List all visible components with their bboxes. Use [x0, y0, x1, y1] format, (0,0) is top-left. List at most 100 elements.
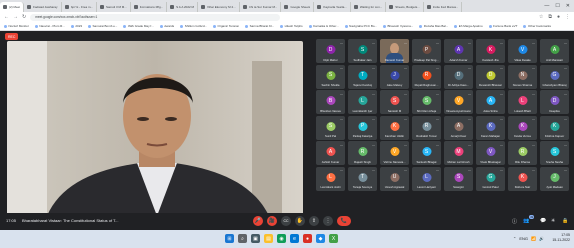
participant-tile[interactable]: S ⋯ Santosh M	[380, 90, 409, 114]
bookmark-item[interactable]: Fortune Bank eVT	[488, 24, 517, 28]
participant-tile[interactable]: K ⋯ Kamlesh Jha	[476, 39, 505, 63]
participant-tile[interactable]: A ⋯ Anil Manwani	[540, 39, 569, 63]
chat-icon[interactable]: 💬	[540, 218, 546, 224]
participant-tile[interactable]: A ⋯ Ashish Kumar	[316, 141, 345, 165]
bookmark-item[interactable]: Nocturl Monitor	[4, 24, 29, 28]
start-icon[interactable]: ⊞	[225, 234, 234, 243]
minimize-icon[interactable]: —	[544, 3, 549, 9]
participant-tile[interactable]: R ⋯ Rudraksh Tomar	[412, 115, 441, 140]
forward-icon[interactable]: →	[13, 14, 18, 20]
info-icon[interactable]: ⓘ	[512, 218, 517, 225]
bookmark-item[interactable]: Other bookmarks	[523, 24, 551, 28]
participant-tile[interactable]: K ⋯ Karan Mahajan	[476, 115, 505, 140]
menu-icon[interactable]: ⋮	[565, 14, 570, 20]
bookmark-item[interactable]: Nauvrat - Plum R...	[34, 24, 65, 28]
browser-tab[interactable]: Fadwad Jawharay	[24, 2, 62, 12]
browser-tab[interactable]: (2) Meet	[0, 2, 25, 12]
leave-call-button[interactable]: 📞	[337, 216, 351, 226]
participant-tile[interactable]: S ⋯ Santosh Bhagat	[412, 141, 441, 165]
bookmark-item[interactable]: Karnatka & Other...	[308, 24, 339, 28]
captions-button[interactable]: CC	[281, 216, 291, 226]
participant-tile[interactable]: K ⋯ Kavita Verma	[508, 115, 537, 140]
bookmark-item[interactable]: Sarma Bharat Kl...	[245, 24, 274, 28]
browser-tab[interactable]: Google Sheets	[281, 2, 315, 12]
task-view-icon[interactable]: ▣	[251, 234, 260, 243]
people-icon[interactable]: 👥	[523, 218, 529, 224]
participant-tile[interactable]: P ⋯ Pradeep Pat Sing...	[412, 39, 441, 63]
participant-tile[interactable]: G ⋯ Govind Patel	[476, 166, 505, 191]
extensions-icon[interactable]: ⧉	[548, 14, 552, 20]
participant-tile[interactable]: ⋯ Ramesh Kumar	[380, 39, 409, 63]
participant-tile[interactable]: S ⋯ Sunil Pal	[316, 115, 345, 140]
participant-tile[interactable]: N ⋯ Nomes Sharma	[508, 64, 537, 89]
search-icon[interactable]: ⌕	[238, 234, 247, 243]
participant-tile[interactable]: A ⋯ Aska Sinha	[476, 90, 505, 114]
participant-tile[interactable]: S ⋯ Shri Ram Ahuja	[412, 90, 441, 114]
participant-tile[interactable]: L ⋯ Lokesh Bhatt	[508, 90, 537, 114]
host-controls-icon[interactable]: 🔒	[562, 218, 568, 224]
volume-icon[interactable]: 🔊	[539, 236, 544, 241]
edge-icon[interactable]: e	[290, 234, 299, 243]
participant-tile[interactable]: S ⋯ Swargini	[444, 166, 473, 191]
bookmark-item[interactable]: Samurai Bomb e...	[88, 24, 117, 28]
participant-tile[interactable]: R ⋯ Rajesh Singh	[348, 141, 377, 165]
participant-tile[interactable]: L ⋯ Laxmikanth Iyer	[348, 90, 377, 114]
bookmark-item[interactable]: Hitesh Telphs	[280, 24, 303, 28]
close-icon[interactable]: ✕	[566, 3, 570, 9]
browser-tab[interactable]: Kaynarla Yearla...	[314, 2, 351, 12]
browser-tab[interactable]: Sheets, Budgets...	[386, 2, 424, 12]
maximize-icon[interactable]: ☐	[555, 3, 559, 9]
participant-tile[interactable]: K ⋯ Kishore Nair	[508, 166, 537, 191]
participant-tile[interactable]: P ⋯ Pankaj Katariya	[348, 115, 377, 140]
participant-tile[interactable]: T ⋯ Tejasvi Kamboj	[348, 64, 377, 89]
participant-tile[interactable]: D ⋯ Dipti Mahor	[316, 39, 345, 63]
browser-tab[interactable]: Samuli 3 M M...	[97, 2, 131, 12]
bookmark-item[interactable]: Navigraha PCC Bo...	[344, 24, 377, 28]
bookmark-item[interactable]: Awards	[159, 24, 174, 28]
participant-tile[interactable]: D ⋯ Deepika	[540, 90, 569, 114]
participant-tile[interactable]: L ⋯ Laxmikant Joshi	[316, 166, 345, 191]
participant-tile[interactable]: G ⋯ Ghanshyam Bharaj	[540, 64, 569, 89]
participant-tile[interactable]: V ⋯ Vineeta Ayushmann	[444, 90, 473, 114]
participant-tile[interactable]: K ⋯ Kanchan Uddin	[380, 115, 409, 140]
wifi-icon[interactable]: 📶	[531, 236, 536, 241]
raise-hand-button[interactable]: ✋	[295, 216, 305, 226]
camera-button[interactable]: 🎥	[267, 216, 277, 226]
participant-tile[interactable]: K ⋯ Krishna Kapoor	[540, 115, 569, 140]
participant-tile[interactable]: R ⋯ Rupali Raghuvan...	[412, 64, 441, 89]
chrome-icon[interactable]: ◉	[277, 234, 286, 243]
bookmark-item[interactable]: 4Wk Grade May f...	[123, 24, 154, 28]
back-icon[interactable]: ←	[4, 14, 9, 20]
reload-icon[interactable]: ↻	[22, 14, 26, 20]
participant-tile[interactable]: U ⋯ Umesh Agrawal	[380, 166, 409, 191]
bookmark-item[interactable]: 2023	[70, 24, 82, 28]
more-options-button[interactable]: ⋮	[323, 216, 333, 226]
participant-tile[interactable]: B ⋯ Bhushan Vareva	[316, 90, 345, 114]
participant-tile[interactable]: S ⋯ Sneha Nesha	[540, 141, 569, 165]
tray-overflow-icon[interactable]: ⌃	[513, 236, 516, 241]
participant-tile[interactable]: D ⋯ Dr Aditya Kaus...	[444, 64, 473, 89]
file-explorer-icon[interactable]: ▤	[264, 234, 273, 243]
participant-tile[interactable]: S ⋯ Sudhakar Jain	[348, 39, 377, 63]
browser-tab[interactable]: S A A 2022 M	[167, 2, 198, 12]
bookmark-item[interactable]: Bhavesh Vyasma...	[383, 24, 413, 28]
bookmark-item[interactable]: Organic Tension	[213, 24, 239, 28]
browser-tab[interactable]: Chi ta Sur Kumar M...	[240, 2, 282, 12]
participant-tile[interactable]: M ⋯ Mohan Lal Ghosh	[444, 141, 473, 165]
browser-tab[interactable]: Invite Fed Manua...	[424, 2, 463, 12]
participant-tile[interactable]: A ⋯ Amarjit Kaur	[444, 115, 473, 140]
excel-icon[interactable]: X	[329, 234, 338, 243]
address-bar[interactable]: meet.google.com/xox-xmcb-xbt?authuser=1	[30, 13, 281, 21]
participant-tile[interactable]: V ⋯ Vishnu Navvara...	[380, 141, 409, 165]
bookmark-item[interactable]: Eh Marga Apalmo	[454, 24, 483, 28]
participant-tile[interactable]: A ⋯ Adarsh Kumar	[444, 39, 473, 63]
participant-tile[interactable]: J ⋯ Jake Malvey	[380, 64, 409, 89]
language-indicator[interactable]: ENG	[519, 236, 528, 241]
store-icon[interactable]: ◆	[316, 234, 325, 243]
profile-icon[interactable]: ●	[557, 14, 560, 20]
participant-tile[interactable]: J ⋯ Jyoti Madaan	[540, 166, 569, 191]
speaker-video[interactable]	[7, 41, 303, 216]
browser-tab[interactable]: Formations Mfg...	[131, 2, 168, 12]
bookmark-item[interactable]: Shillum GoScd...	[180, 24, 207, 28]
star-icon[interactable]: ☆	[539, 14, 543, 20]
